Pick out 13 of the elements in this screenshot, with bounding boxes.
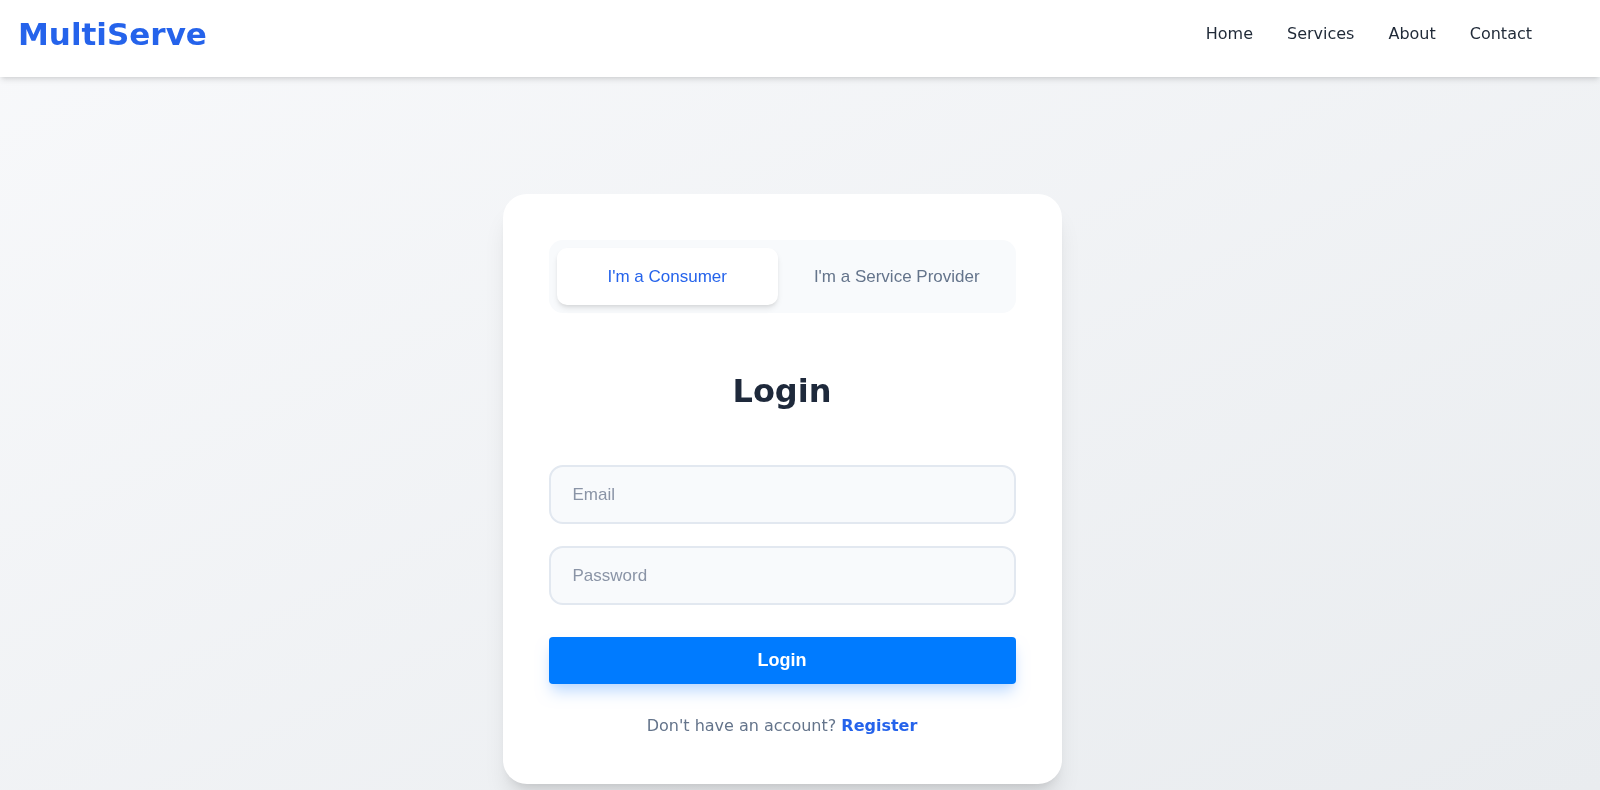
logo[interactable]: MultiServe — [18, 10, 207, 58]
login-button[interactable]: Login — [548, 637, 1016, 684]
nav-link[interactable]: About — [1388, 22, 1436, 46]
login-title: Login — [731, 371, 833, 412]
nav-link[interactable]: Services — [1286, 22, 1355, 46]
password-field[interactable]: Password — [548, 546, 1016, 605]
role-tab[interactable]: I'm a Consumer — [556, 248, 778, 305]
register-prompt: Don't have an account? Register — [645, 715, 919, 737]
nav-link[interactable]: Contact — [1469, 22, 1532, 46]
email-field[interactable]: Email — [548, 465, 1016, 524]
nav-link[interactable]: Home — [1205, 22, 1253, 46]
role-tab[interactable]: I'm a Service Provider — [786, 248, 1008, 305]
register-link[interactable]: Register — [841, 716, 918, 735]
